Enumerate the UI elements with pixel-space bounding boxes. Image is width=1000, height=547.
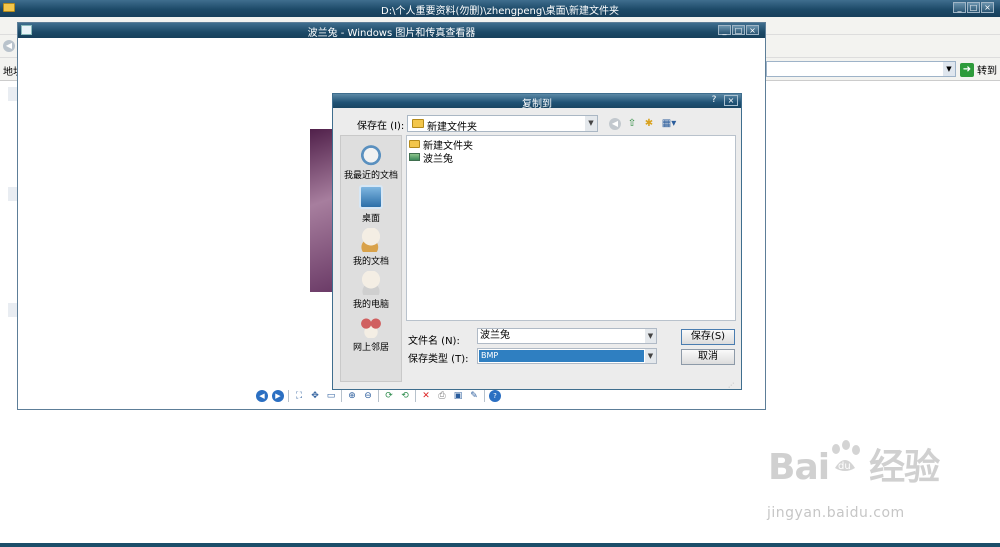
chevron-down-icon[interactable]: ▼ xyxy=(645,329,656,343)
print-icon[interactable]: ⎙ xyxy=(436,390,448,402)
places-bar: 我最近的文档 桌面 我的文档 我的电脑 网上邻居 xyxy=(340,135,402,382)
svg-text:du: du xyxy=(838,461,851,472)
next-image-icon[interactable]: ▶ xyxy=(272,390,284,402)
baidu-jingyan-watermark: Bai 经验 du jingyan.baidu.com xyxy=(765,438,950,528)
zoom-in-icon[interactable]: ⊕ xyxy=(346,390,358,402)
rotate-counterclockwise-icon[interactable]: ⟲ xyxy=(399,390,411,402)
viewer-maximize-button[interactable]: □ xyxy=(732,25,745,35)
place-label: 桌面 xyxy=(361,214,380,224)
best-fit-icon[interactable]: ⛶ xyxy=(293,390,305,402)
chevron-down-icon[interactable]: ▼ xyxy=(585,116,597,131)
cancel-button[interactable]: 取消 xyxy=(681,349,735,365)
back-arrow-icon[interactable]: ◀ xyxy=(3,40,15,52)
minimize-button[interactable]: _ xyxy=(953,2,966,13)
close-button[interactable]: × xyxy=(981,2,994,13)
save-button[interactable]: 保存(S) xyxy=(681,329,735,345)
resize-grip-icon[interactable]: ⋰ xyxy=(728,382,738,389)
dialog-title: 复制到 xyxy=(522,99,552,110)
place-my-documents[interactable]: 我的文档 xyxy=(341,228,401,267)
dialog-help-button[interactable]: ? xyxy=(708,95,720,106)
filetype-select[interactable]: BMP ▼ xyxy=(477,348,657,364)
my-computer-icon xyxy=(359,271,383,295)
list-item[interactable]: 新建文件夹 xyxy=(409,138,473,152)
edit-icon[interactable]: ✎ xyxy=(468,390,480,402)
maximize-button[interactable]: □ xyxy=(967,2,980,13)
file-name: 波兰兔 xyxy=(423,153,453,165)
dialog-title-bar[interactable]: 复制到 ? × xyxy=(333,94,741,110)
go-arrow-icon: ➜ xyxy=(960,62,974,77)
dialog-nav-buttons: ◀ ⇧ ✱ ▦▾ xyxy=(609,116,678,132)
desktop-icon xyxy=(359,185,383,209)
watermark-url: jingyan.baidu.com xyxy=(767,505,905,521)
help-icon[interactable]: ? xyxy=(489,390,501,402)
dialog-close-button[interactable]: × xyxy=(724,95,738,106)
my-documents-icon xyxy=(359,228,383,252)
folder-icon xyxy=(409,140,420,148)
displayed-photo xyxy=(310,129,334,292)
filename-label: 文件名 (N): xyxy=(408,336,460,347)
viewer-title-bar[interactable]: 波兰兔 - Windows 图片和传真查看器 _ □ × xyxy=(18,23,765,39)
new-folder-icon[interactable]: ✱ xyxy=(643,118,655,130)
delete-icon[interactable]: ✕ xyxy=(420,390,432,402)
viewer-toolbar: ◀ ▶ ⛶ ✥ ▭ ⊕ ⊖ ⟳ ⟲ ✕ ⎙ ▣ ✎ ? xyxy=(256,389,501,403)
chevron-down-icon[interactable]: ▼ xyxy=(645,349,656,363)
go-label: 转到 xyxy=(977,66,997,77)
explorer-window-buttons: _ □ × xyxy=(953,2,994,13)
paw-icon: du xyxy=(832,440,860,472)
rotate-clockwise-icon[interactable]: ⟳ xyxy=(383,390,395,402)
place-my-computer[interactable]: 我的电脑 xyxy=(341,271,401,310)
file-list[interactable]: 新建文件夹 波兰兔 xyxy=(406,135,736,321)
place-label: 网上邻居 xyxy=(352,343,389,353)
actual-size-icon[interactable]: ✥ xyxy=(309,390,321,402)
back-icon[interactable]: ◀ xyxy=(609,118,621,130)
folder-icon xyxy=(412,119,424,128)
viewer-close-button[interactable]: × xyxy=(746,25,759,35)
place-label: 我最近的文档 xyxy=(343,171,398,181)
image-file-icon xyxy=(409,153,420,161)
chevron-down-icon[interactable]: ▼ xyxy=(943,62,955,76)
viewer-minimize-button[interactable]: _ xyxy=(718,25,731,35)
address-input[interactable]: ▼ xyxy=(766,61,956,77)
place-recent-documents[interactable]: 我最近的文档 xyxy=(341,142,401,181)
previous-image-icon[interactable]: ◀ xyxy=(256,390,268,402)
filename-input[interactable]: 波兰兔 ▼ xyxy=(477,328,657,344)
viewer-window-buttons: _ □ × xyxy=(718,25,759,35)
viewer-title: 波兰兔 - Windows 图片和传真查看器 xyxy=(307,28,476,39)
save-in-value: 新建文件夹 xyxy=(427,122,477,133)
place-desktop[interactable]: 桌面 xyxy=(341,185,401,224)
copy-to-icon[interactable]: ▣ xyxy=(452,390,464,402)
copy-to-dialog: 复制到 ? × 保存在 (I): 新建文件夹 ▼ ◀ ⇧ ✱ ▦▾ 我最近的文档… xyxy=(332,93,742,390)
filetype-label: 保存类型 (T): xyxy=(408,354,469,365)
save-in-label: 保存在 (I): xyxy=(357,121,405,132)
filetype-value: BMP xyxy=(479,350,644,362)
list-item[interactable]: 波兰兔 xyxy=(409,151,453,165)
explorer-title: D:\个人重要资料(勿删)\zhengpeng\桌面\新建文件夹 xyxy=(381,6,619,17)
recent-documents-icon xyxy=(359,142,383,166)
place-label: 我的文档 xyxy=(352,257,389,267)
taskbar xyxy=(0,543,1000,547)
explorer-title-bar[interactable]: D:\个人重要资料(勿删)\zhengpeng\桌面\新建文件夹 _ □ × xyxy=(0,0,1000,17)
network-places-icon xyxy=(359,314,383,338)
go-button[interactable]: ➜ 转到 xyxy=(960,61,997,78)
slideshow-icon[interactable]: ▭ xyxy=(325,390,337,402)
zoom-out-icon[interactable]: ⊖ xyxy=(362,390,374,402)
up-folder-icon[interactable]: ⇧ xyxy=(626,118,638,130)
place-label: 我的电脑 xyxy=(352,300,389,310)
place-network[interactable]: 网上邻居 xyxy=(341,314,401,353)
filename-value: 波兰兔 xyxy=(480,330,510,341)
save-in-select[interactable]: 新建文件夹 ▼ xyxy=(407,115,598,133)
view-menu-icon[interactable]: ▦▾ xyxy=(660,118,678,130)
